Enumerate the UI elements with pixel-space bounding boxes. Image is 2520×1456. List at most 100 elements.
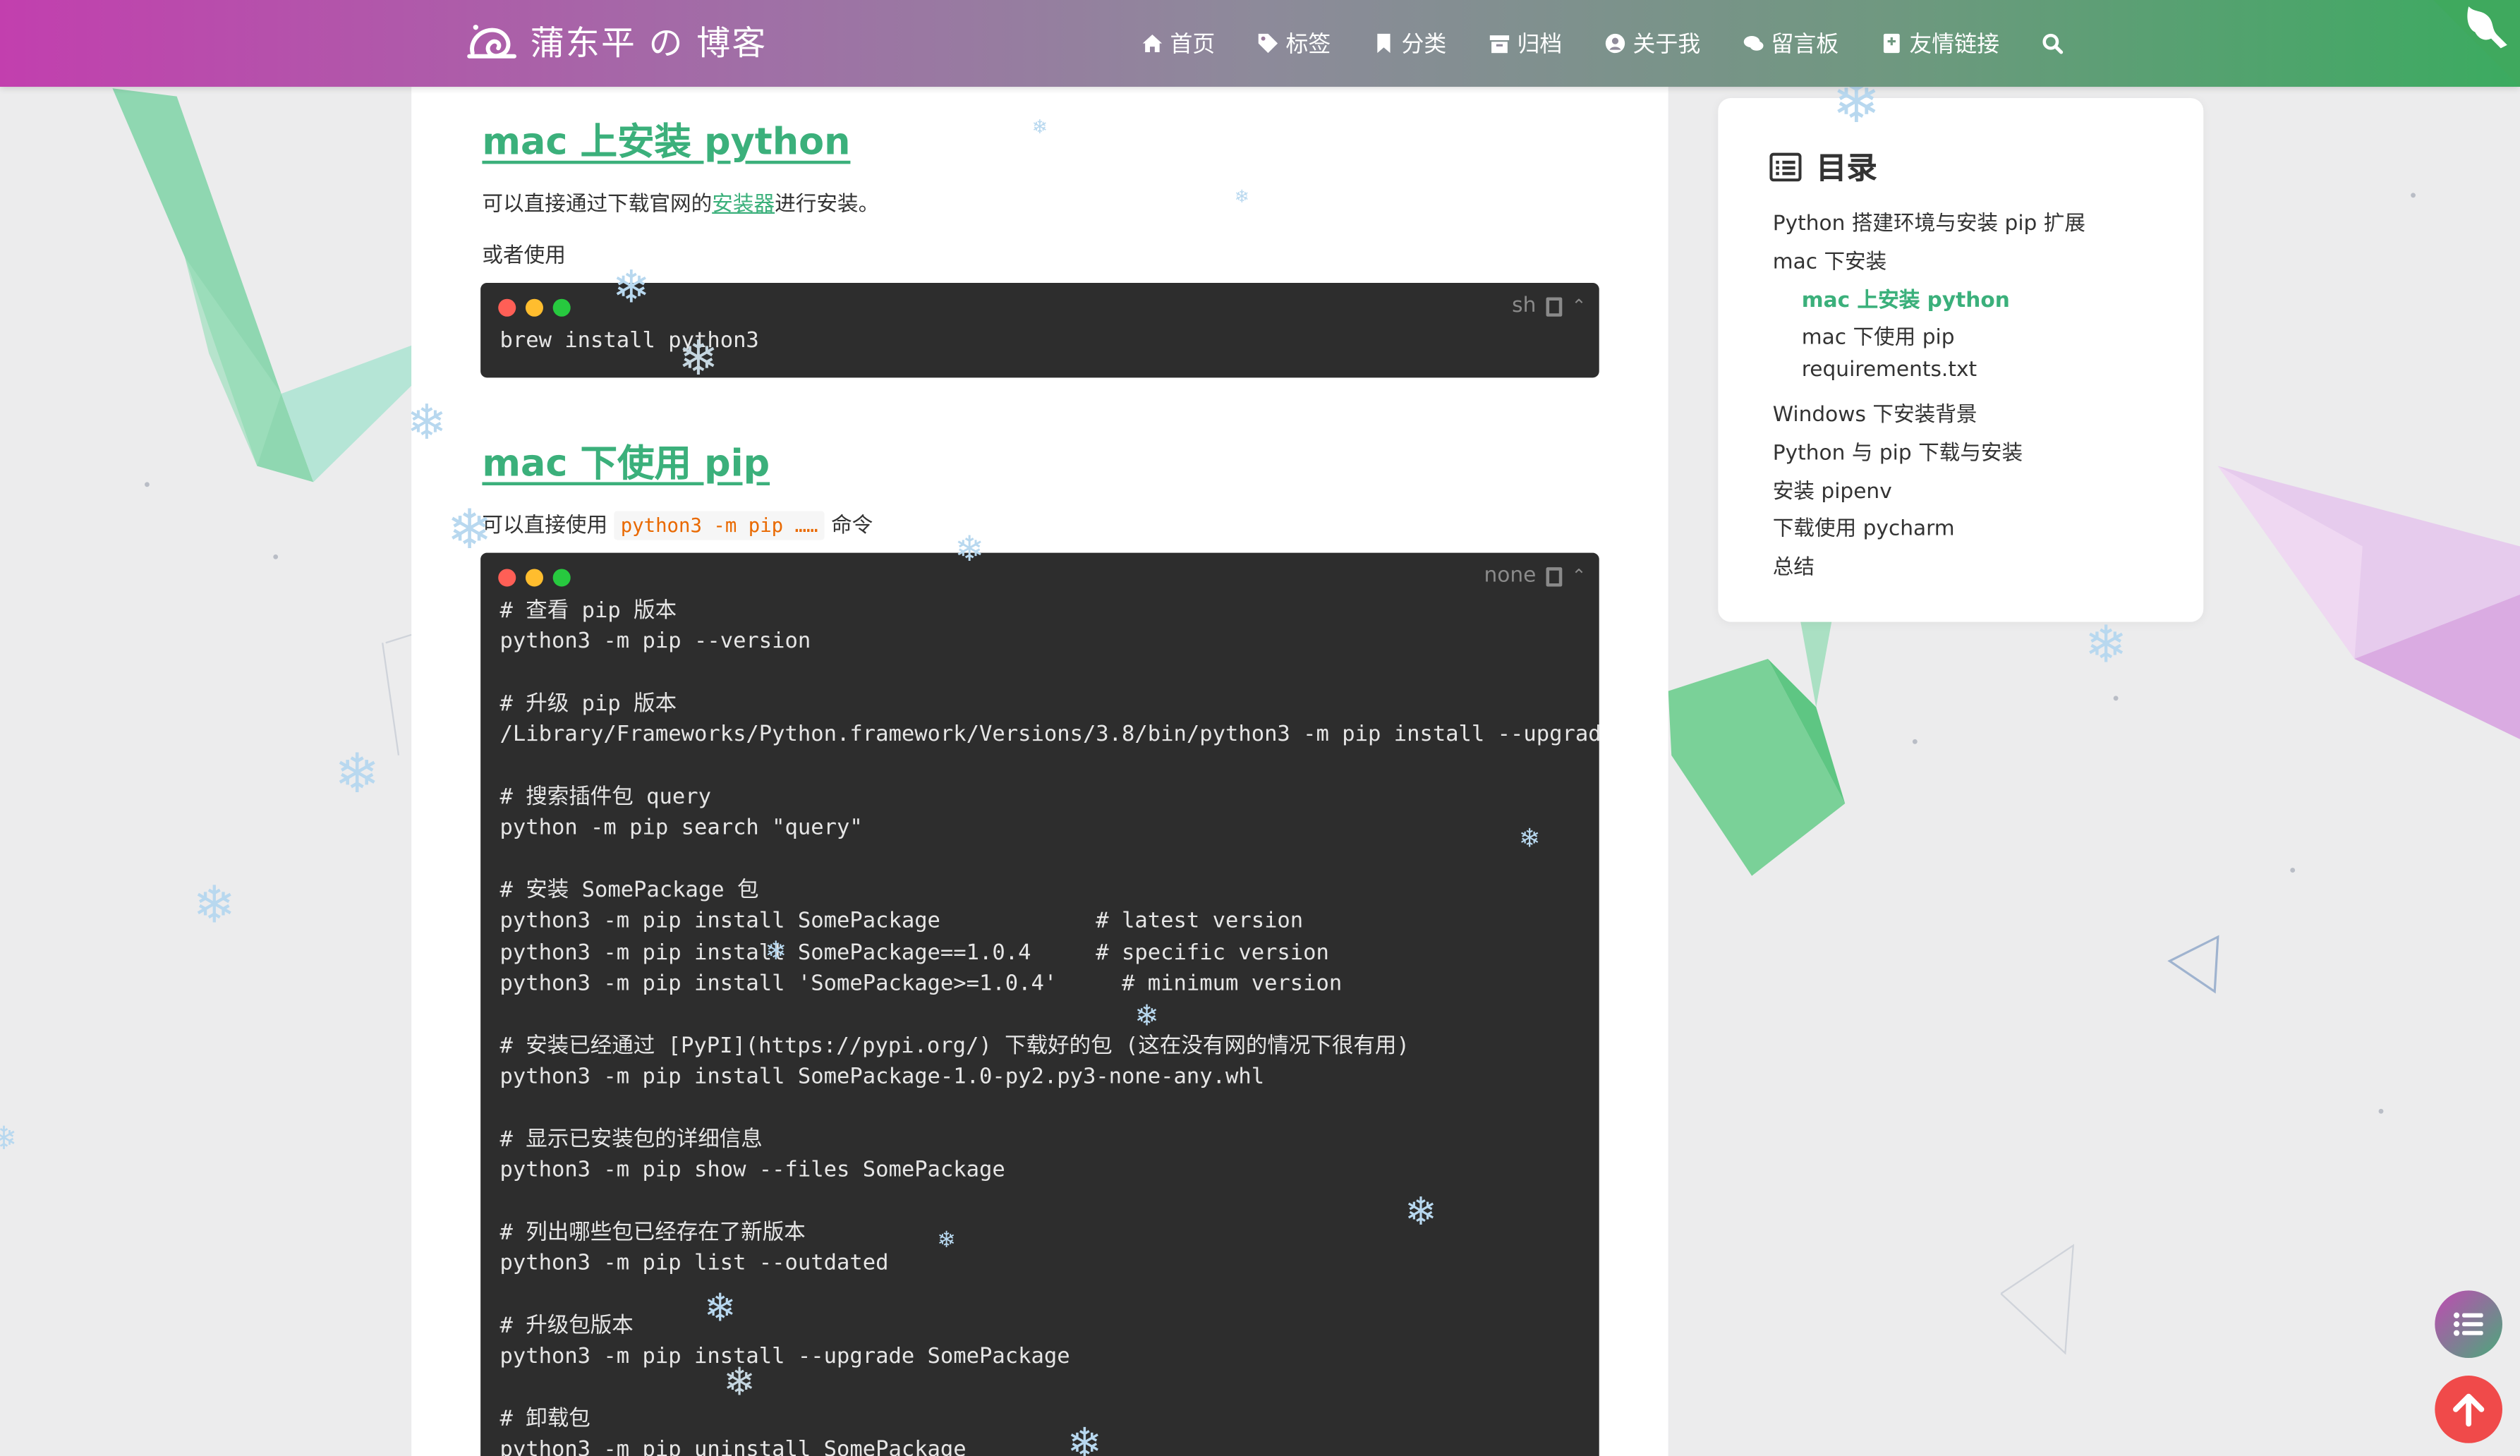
snowflake-icon: ❄ [1405, 1189, 1437, 1234]
site-title: 蒲东平 の 博客 [530, 24, 768, 63]
top-navbar: 蒲东平 の 博客 首页 标签 分类 归档 关于我 留言板 友情链接 [0, 0, 2520, 87]
site-brand[interactable]: 蒲东平 の 博客 [466, 18, 768, 66]
snowflake-icon: ❄ [1134, 999, 1159, 1033]
toc-toggle-button[interactable] [2435, 1290, 2503, 1358]
toc-item[interactable]: Windows 下安装背景 [1773, 397, 1977, 427]
toc-item[interactable]: mac 下使用 pip [1802, 320, 1955, 351]
paragraph-text: 进行安装。 [775, 193, 880, 217]
snowflake-icon: ❄ [0, 1119, 18, 1158]
snowflake-icon: ❄ [937, 1227, 956, 1254]
github-corner-icon[interactable] [2433, 0, 2520, 87]
code-line: # 显示已安装包的详细信息 [499, 1127, 763, 1153]
snowflake-icon: ❄ [612, 260, 650, 314]
toc-item[interactable]: mac 上安装 python [1802, 282, 2010, 313]
code-line: # 查看 pip 版本 [499, 599, 677, 624]
code-toolbar: sh ⌃ [1512, 294, 1586, 318]
heading-mac-use-pip[interactable]: mac 下使用 pip [482, 432, 770, 487]
heading-mac-install-python[interactable]: mac 上安装 python [482, 111, 850, 165]
toc-item[interactable]: requirements.txt [1802, 358, 1977, 382]
nav-label: 留言板 [1771, 30, 1839, 56]
window-dots [498, 569, 580, 587]
code-line: python3 -m pip show --files SomePackage [499, 1158, 1005, 1184]
article-card: mac 上安装 python 可以直接通过下载官网的安装器进行安装。 或者使用 … [411, 87, 1668, 1456]
nav-friend-links[interactable]: 友情链接 [1880, 28, 1999, 60]
toc-item[interactable]: Python 搭建环境与安装 pip 扩展 [1773, 206, 2085, 236]
snowflake-icon: ❄ [2084, 614, 2128, 675]
copy-icon[interactable] [1546, 566, 1562, 586]
code-block-pip: none ⌃ # 查看 pip 版本 python3 -m pip --versi… [480, 552, 1599, 1456]
snowflake-icon: ❄ [1031, 116, 1048, 138]
code-line: # 升级 pip 版本 [499, 692, 677, 717]
paragraph-text: 可以直接使用 [482, 514, 608, 539]
nav-label: 归档 [1517, 30, 1563, 56]
nav-label: 分类 [1401, 30, 1447, 56]
tags-icon [1258, 33, 1278, 54]
toc-header: 目录 [1769, 145, 1877, 188]
code-line: brew install python3 [499, 329, 759, 354]
nav-guestbook[interactable]: 留言板 [1742, 28, 1838, 60]
installer-link[interactable]: 安装器 [712, 193, 775, 217]
code-content: brew install python3 [499, 326, 758, 357]
code-line: python3 -m pip uninstall SomePackage [499, 1438, 967, 1456]
code-line: # 安装已经通过 [PyPI](https://pypi.org/) 下载好的包… [499, 1034, 1410, 1059]
nav-label: 关于我 [1632, 30, 1701, 56]
snowflake-icon: ❄ [678, 331, 719, 388]
nav-tags[interactable]: 标签 [1256, 28, 1331, 60]
paragraph-text: 可以直接通过下载官网的 [482, 193, 713, 217]
search-button[interactable] [2041, 32, 2070, 55]
nav-label: 友情链接 [1909, 30, 1999, 56]
main-nav: 首页 标签 分类 归档 关于我 留言板 友情链接 [1141, 0, 2112, 87]
list-icon [2453, 1312, 2483, 1336]
copy-icon[interactable] [1546, 296, 1562, 316]
code-line: # 升级包版本 [499, 1314, 634, 1339]
search-icon [2042, 33, 2064, 54]
code-line: # 搜索插件包 query [499, 786, 711, 811]
snowflake-icon: ❄ [447, 498, 493, 563]
code-line: python3 -m pip list --outdated [499, 1252, 889, 1277]
snowflake-icon: ❄ [1518, 823, 1541, 854]
paragraph-installer: 可以直接通过下载官网的安装器进行安装。 [482, 186, 879, 217]
snowflake-icon: ❄ [765, 935, 787, 966]
code-content: # 查看 pip 版本 python3 -m pip --version # 升级… [499, 596, 1599, 1456]
toc-item[interactable]: 安装 pipenv [1773, 473, 1892, 504]
snowflake-icon: ❄ [193, 874, 236, 935]
arrow-up-icon [2453, 1393, 2485, 1427]
snowflake-icon: ❄ [1234, 186, 1249, 207]
nav-categories[interactable]: 分类 [1372, 28, 1446, 60]
nav-label: 首页 [1170, 30, 1216, 56]
nav-about[interactable]: 关于我 [1604, 28, 1701, 60]
toc-item[interactable]: 下载使用 pycharm [1773, 511, 1955, 542]
collapse-icon[interactable]: ⌃ [1571, 296, 1586, 317]
toc-item[interactable]: 总结 [1773, 550, 1815, 581]
toc-title: 目录 [1816, 151, 1877, 187]
user-circle-icon [1605, 33, 1625, 54]
snail-logo-icon [467, 25, 516, 59]
code-line: python -m pip search "query" [499, 817, 863, 842]
collapse-icon[interactable]: ⌃ [1571, 566, 1586, 587]
code-line: python3 -m pip install SomePackage-1.0-p… [499, 1065, 1265, 1090]
nav-home[interactable]: 首页 [1141, 28, 1215, 60]
toc-item[interactable]: mac 下安装 [1773, 244, 1887, 274]
back-to-top-button[interactable] [2435, 1376, 2503, 1443]
nav-archive[interactable]: 归档 [1489, 28, 1563, 60]
code-line: python3 -m pip install --upgrade SomePac… [499, 1345, 1070, 1370]
link-book-icon [1883, 33, 1900, 54]
snowflake-icon: ❄ [703, 1285, 737, 1331]
list-alt-icon [1769, 152, 1802, 181]
paragraph-pip-command: 可以直接使用 python3 -m pip …… 命令 [482, 508, 873, 540]
comments-icon [1743, 36, 1764, 51]
nav-label: 标签 [1285, 30, 1331, 56]
code-toolbar: none ⌃ [1484, 564, 1586, 588]
snowflake-icon: ❄ [1067, 1420, 1103, 1456]
snowflake-icon: ❄ [334, 742, 380, 807]
toc-item[interactable]: Python 与 pip 下载与安装 [1773, 435, 2023, 466]
code-line: python3 -m pip install 'SomePackage>=1.0… [499, 972, 1343, 997]
code-line: # 卸载包 [499, 1407, 590, 1432]
code-language: none [1484, 564, 1537, 588]
